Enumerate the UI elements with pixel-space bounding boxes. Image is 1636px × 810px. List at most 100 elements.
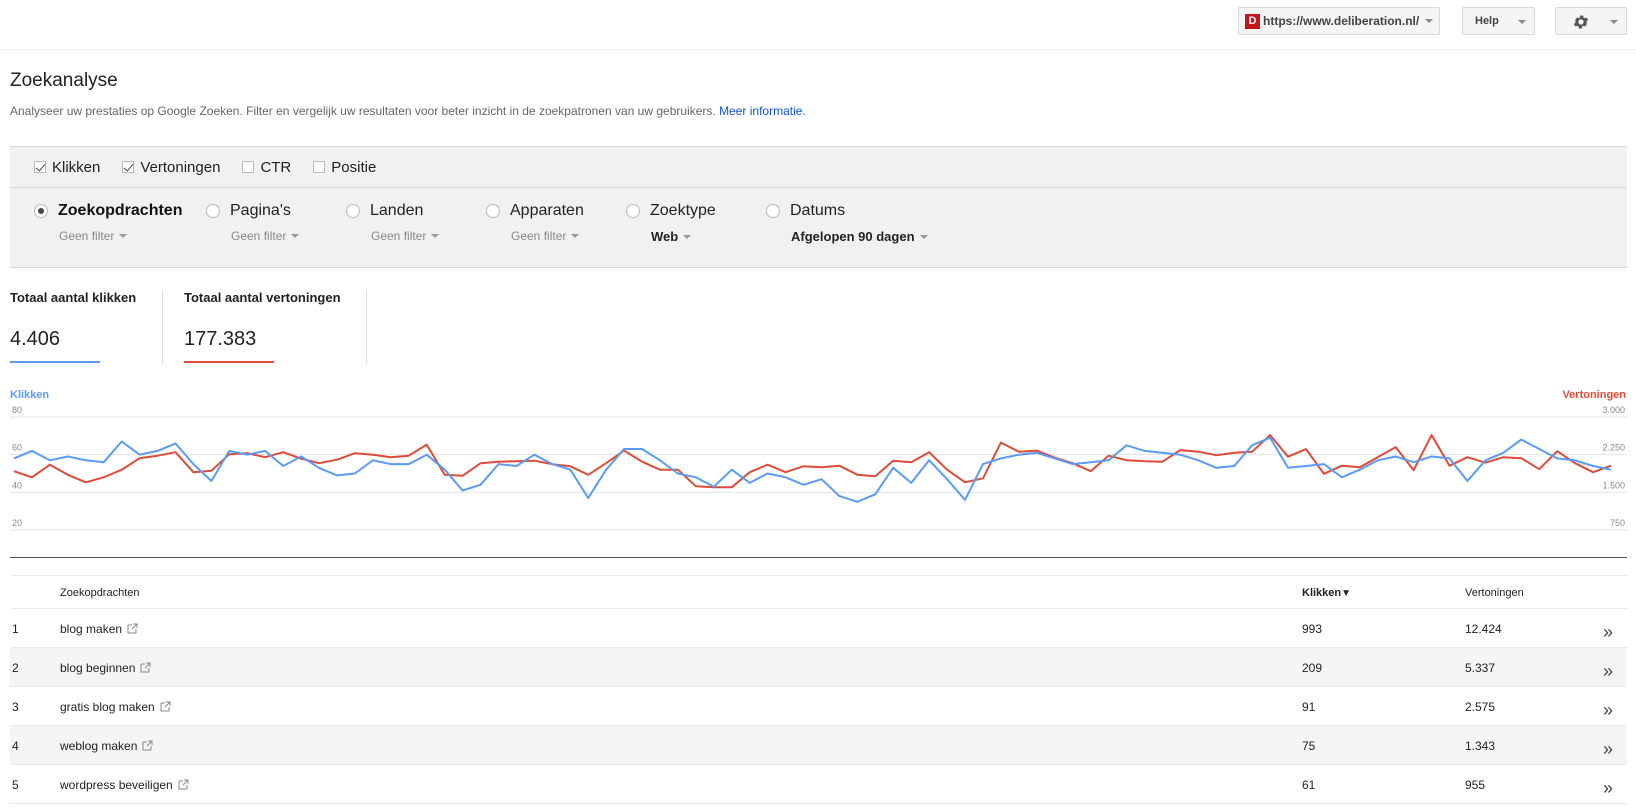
radio-icon[interactable] xyxy=(486,204,500,218)
dimension-pages[interactable]: Pagina's Geen filter xyxy=(206,202,300,243)
page-description: Analyseer uw prestaties op Google Zoeken… xyxy=(10,104,806,118)
impressions-color-bar xyxy=(184,361,274,363)
details-arrow-icon[interactable]: » xyxy=(1603,778,1613,799)
chart-baseline xyxy=(10,557,1627,558)
metric-impressions-checkbox[interactable]: Vertoningen xyxy=(122,159,220,176)
checkbox-icon[interactable] xyxy=(242,161,255,173)
dimension-search-type[interactable]: Zoektype Web xyxy=(626,202,716,244)
divider xyxy=(366,290,367,364)
details-arrow-icon[interactable]: » xyxy=(1603,739,1613,760)
row-query: blog beginnen xyxy=(60,661,151,675)
table-row[interactable]: 4 weblog maken 75 1.343 » xyxy=(10,726,1627,765)
property-selector[interactable]: D https://www.deliberation.nl/ xyxy=(1238,7,1440,35)
total-clicks-label: Totaal aantal klikken xyxy=(10,290,137,305)
settings-button[interactable] xyxy=(1555,7,1627,35)
checkbox-icon[interactable] xyxy=(313,161,326,173)
left-tick-label: 80 xyxy=(12,405,22,415)
column-header-impressions[interactable]: Vertoningen xyxy=(1465,587,1524,599)
row-rank: 3 xyxy=(12,700,19,714)
external-link-icon[interactable] xyxy=(160,701,171,712)
filter-dropdown[interactable]: Web xyxy=(651,229,716,244)
radio-icon[interactable] xyxy=(626,204,640,218)
metric-label: Vertoningen xyxy=(140,158,221,176)
table-row[interactable]: 1 blog maken 993 12.424 » xyxy=(10,609,1627,648)
radio-icon[interactable] xyxy=(206,204,220,218)
impressions-series-line xyxy=(13,434,1612,489)
external-link-icon[interactable] xyxy=(142,740,153,751)
row-impressions: 5.337 xyxy=(1465,661,1496,675)
filter-label: Afgelopen 90 dagen xyxy=(791,229,915,244)
details-arrow-icon[interactable]: » xyxy=(1603,700,1613,721)
top-bar: D https://www.deliberation.nl/ Help xyxy=(0,0,1636,50)
property-url: https://www.deliberation.nl/ xyxy=(1263,14,1420,28)
table-header: Zoekopdrachten Klikken▼ Vertoningen xyxy=(10,575,1627,609)
left-tick-label: 20 xyxy=(12,518,22,528)
column-header-clicks-label: Klikken xyxy=(1302,587,1342,599)
right-tick-label: 2.250 xyxy=(1602,443,1625,453)
radio-selected-icon[interactable] xyxy=(34,204,48,218)
chevron-down-icon xyxy=(571,234,580,238)
dimension-label: Zoektype xyxy=(650,202,716,219)
row-rank: 1 xyxy=(12,622,19,636)
row-query: blog maken xyxy=(60,622,138,636)
row-query: wordpress beveiligen xyxy=(60,778,189,792)
performance-chart[interactable]: 80 3.000 60 2.250 40 1.500 20 750 xyxy=(10,405,1627,545)
row-impressions: 2.575 xyxy=(1465,700,1496,714)
filter-label: Geen filter xyxy=(511,229,567,243)
filter-dropdown[interactable]: Geen filter xyxy=(231,229,300,243)
checkbox-checked-icon[interactable] xyxy=(34,161,46,173)
dimension-queries[interactable]: Zoekopdrachten Geen filter xyxy=(34,202,182,243)
page-title: Zoekanalyse xyxy=(10,70,118,91)
table-row[interactable]: 2 blog beginnen 209 5.337 » xyxy=(10,648,1627,687)
metric-clicks-checkbox[interactable]: Klikken xyxy=(34,159,100,176)
dimension-dates[interactable]: Datums Afgelopen 90 dagen xyxy=(766,202,928,244)
row-impressions: 12.424 xyxy=(1465,622,1502,636)
radio-icon[interactable] xyxy=(346,204,360,218)
total-impressions-label: Totaal aantal vertoningen xyxy=(184,290,341,305)
total-impressions-value: 177.383 xyxy=(184,328,257,350)
row-rank: 4 xyxy=(12,739,19,753)
table-row[interactable]: 5 wordpress beveiligen 61 955 » xyxy=(10,765,1627,804)
filter-label: Geen filter xyxy=(231,229,287,243)
right-tick-label: 1.500 xyxy=(1602,480,1625,490)
metric-position-checkbox[interactable]: Positie xyxy=(313,159,376,176)
filter-dropdown[interactable]: Geen filter xyxy=(511,229,584,243)
dimension-label: Zoekopdrachten xyxy=(58,202,183,219)
filter-dropdown[interactable]: Afgelopen 90 dagen xyxy=(791,229,928,244)
sort-desc-icon: ▼ xyxy=(1341,588,1352,599)
external-link-icon[interactable] xyxy=(140,662,151,673)
metric-label: Klikken xyxy=(52,158,101,176)
row-impressions: 955 xyxy=(1465,778,1486,792)
help-button[interactable]: Help xyxy=(1462,7,1535,35)
dimension-label: Datums xyxy=(790,202,846,219)
row-rank: 2 xyxy=(12,661,19,675)
details-arrow-icon[interactable]: » xyxy=(1603,622,1613,643)
clicks-color-bar xyxy=(10,361,100,363)
radio-icon[interactable] xyxy=(766,204,780,218)
chevron-down-icon xyxy=(119,234,128,238)
left-axis-title: Klikken xyxy=(10,389,50,401)
checkbox-checked-icon[interactable] xyxy=(122,161,135,173)
row-query-text: blog beginnen xyxy=(60,661,136,675)
description-text: Analyseer uw prestaties op Google Zoeken… xyxy=(10,104,716,118)
chevron-down-icon xyxy=(1518,20,1526,24)
filter-dropdown[interactable]: Geen filter xyxy=(371,229,440,243)
filter-dropdown[interactable]: Geen filter xyxy=(59,229,182,243)
table-body: 1 blog maken 993 12.424 » 2 blog beginnen 209 5.… xyxy=(10,609,1627,804)
external-link-icon[interactable] xyxy=(127,623,138,634)
external-link-icon[interactable] xyxy=(178,779,189,790)
row-clicks: 75 xyxy=(1302,739,1316,753)
gear-icon xyxy=(1573,15,1589,29)
details-arrow-icon[interactable]: » xyxy=(1603,661,1613,682)
column-header-clicks[interactable]: Klikken▼ xyxy=(1302,587,1351,599)
total-impressions-card[interactable]: Totaal aantal vertoningen 177.383 xyxy=(184,290,341,363)
more-info-link[interactable]: Meer informatie. xyxy=(719,104,806,118)
metric-ctr-checkbox[interactable]: CTR xyxy=(242,159,291,176)
chevron-down-icon xyxy=(1425,19,1434,23)
dimension-countries[interactable]: Landen Geen filter xyxy=(346,202,440,243)
total-clicks-card[interactable]: Totaal aantal klikken 4.406 xyxy=(10,290,136,363)
table-row[interactable]: 3 gratis blog maken 91 2.575 » xyxy=(10,687,1627,726)
dimension-devices[interactable]: Apparaten Geen filter xyxy=(486,202,584,243)
row-clicks: 61 xyxy=(1302,778,1316,792)
column-header-query[interactable]: Zoekopdrachten xyxy=(60,587,140,599)
